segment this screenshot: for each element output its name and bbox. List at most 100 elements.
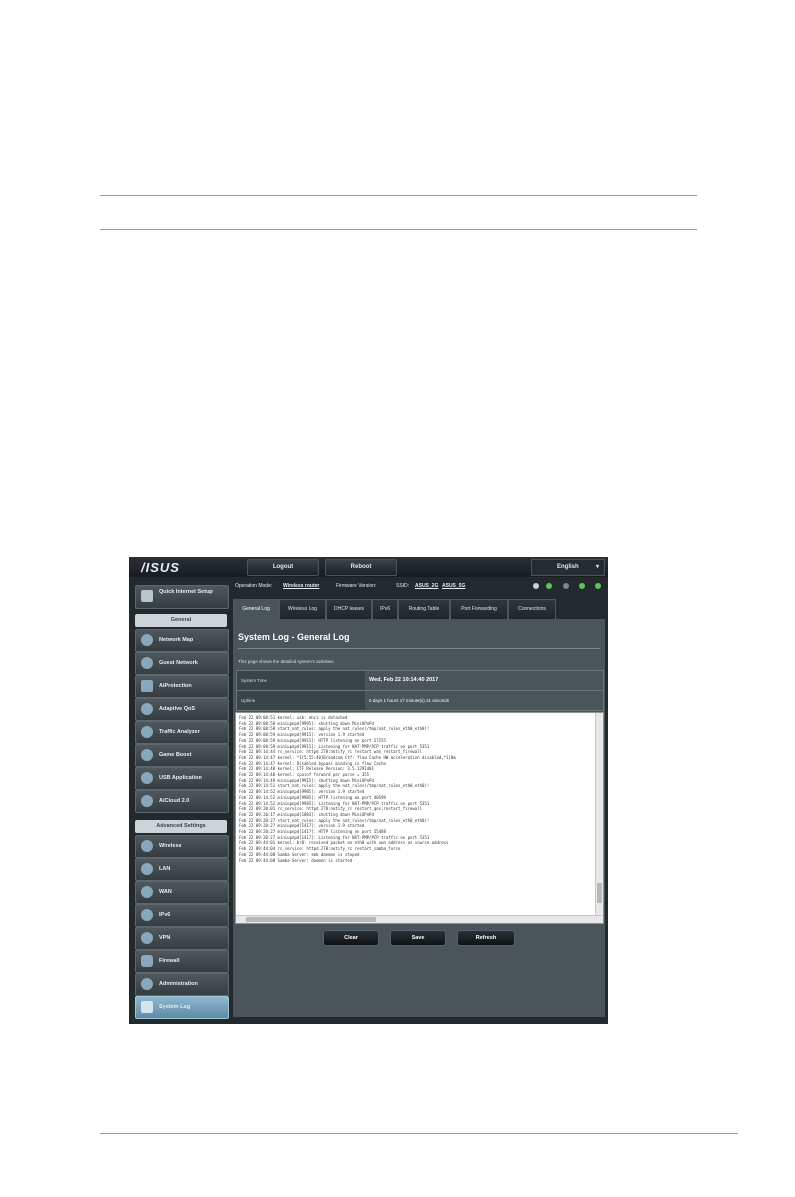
user-icon (141, 978, 153, 990)
chart-icon (141, 726, 153, 738)
cloud-icon (141, 795, 153, 807)
sidebar-item-label: WAN (159, 889, 172, 895)
sidebar-item-label: Traffic Analyzer (159, 729, 200, 735)
shield-icon (141, 955, 153, 967)
app-status-icon[interactable] (579, 583, 585, 589)
sidebar-item-wireless[interactable]: Wireless (135, 835, 229, 858)
puzzle-icon (141, 772, 153, 784)
top-bar: /ISUS Logout Reboot English ▾ (129, 557, 608, 577)
tab-routing-table[interactable]: Routing Table (398, 599, 450, 619)
tab-port-forwarding[interactable]: Port Forwarding (450, 599, 508, 619)
sidebar-item-wan[interactable]: WAN (135, 881, 229, 904)
sidebar-item-administration[interactable]: Administration (135, 973, 229, 996)
vpn-icon (141, 932, 153, 944)
sidebar-item-ipv6[interactable]: IPv6 (135, 904, 229, 927)
tab-connections[interactable]: Connections (508, 599, 556, 619)
tab-ipv6[interactable]: IPv6 (372, 599, 398, 619)
sidebar-item-adaptive-qos[interactable]: Adaptive QoS (135, 698, 229, 721)
system-time-label: System Time (237, 671, 365, 690)
refresh-button[interactable]: Refresh (457, 930, 515, 946)
share-status-icon[interactable] (595, 583, 601, 589)
system-log-panel: System Log - General Log This page shows… (233, 619, 605, 1017)
scroll-thumb[interactable] (597, 883, 602, 903)
tab-general-log[interactable]: General Log (233, 599, 279, 619)
sidebar-header-general: General (135, 614, 227, 627)
sidebar-item-label: Network Map (159, 637, 194, 643)
save-button[interactable]: Save (390, 930, 446, 946)
asus-logo: /ISUS (141, 560, 180, 575)
gauge-icon (141, 703, 153, 715)
sidebar: Quick Internet Setup General Network Map… (132, 579, 229, 1024)
document-icon (141, 1001, 153, 1013)
sidebar-item-aicloud[interactable]: AiCloud 2.0 (135, 790, 229, 813)
clear-button[interactable]: Clear (323, 930, 379, 946)
tab-wireless-log[interactable]: Wireless Log (279, 599, 326, 619)
system-time-row: System Time Wed, Feb 22 10:14:40 2017 (236, 670, 604, 691)
footer-rule (100, 1133, 738, 1134)
guest-network-icon (141, 657, 153, 669)
sidebar-item-aiprotection[interactable]: AiProtection (135, 675, 229, 698)
sidebar-item-firewall[interactable]: Firewall (135, 950, 229, 973)
sidebar-item-label: System Log (159, 1004, 191, 1010)
language-value: English (557, 564, 579, 570)
internet-status-icon[interactable] (546, 583, 552, 589)
sidebar-item-game-boost[interactable]: Game Boost (135, 744, 229, 767)
system-log-textarea[interactable]: Feb 22 09:08:51 kernel: usb: ehci is det… (235, 712, 604, 924)
sidebar-item-system-log[interactable]: System Log (135, 996, 229, 1019)
system-info-table: System Time Wed, Feb 22 10:14:40 2017 Up… (236, 670, 604, 711)
wifi-icon (141, 840, 153, 852)
ipv6-icon (141, 909, 153, 921)
sidebar-item-label: Quick Internet Setup (159, 589, 213, 595)
gamepad-icon (141, 749, 153, 761)
vertical-scrollbar[interactable] (595, 713, 603, 915)
operation-mode-link[interactable]: Wireless router (283, 583, 319, 589)
uptime-label: Uptime (237, 691, 365, 710)
sidebar-item-usb-application[interactable]: USB Application (135, 767, 229, 790)
lock-icon (141, 680, 153, 692)
usb-status-icon[interactable] (563, 583, 569, 589)
sidebar-item-quick-setup[interactable]: Quick Internet Setup (135, 585, 229, 609)
sidebar-item-traffic-analyzer[interactable]: Traffic Analyzer (135, 721, 229, 744)
sidebar-item-label: AiProtection (159, 683, 192, 689)
sidebar-item-guest-network[interactable]: Guest Network (135, 652, 229, 675)
sidebar-item-label: LAN (159, 866, 171, 872)
sidebar-item-label: Wireless (159, 843, 182, 849)
logout-button[interactable]: Logout (247, 559, 319, 576)
system-time-value: Wed, Feb 22 10:14:40 2017 (369, 677, 439, 683)
globe-icon (141, 886, 153, 898)
horizontal-scrollbar[interactable] (236, 915, 603, 923)
header-rule-top (100, 195, 697, 196)
operation-bar: Operation Mode: Wireless router Firmware… (233, 579, 605, 593)
wand-icon (141, 590, 153, 602)
language-select[interactable]: English ▾ (531, 559, 605, 576)
sidebar-item-label: AiCloud 2.0 (159, 798, 190, 804)
sidebar-item-label: VPN (159, 935, 171, 941)
ssid-label: SSID: (396, 583, 410, 589)
user-status-icon[interactable] (533, 583, 539, 589)
scroll-thumb[interactable] (246, 917, 376, 922)
header-rule-bottom (100, 229, 697, 230)
sidebar-header-advanced: Advanced Settings (135, 820, 227, 833)
title-divider (238, 648, 600, 649)
reboot-button[interactable]: Reboot (325, 559, 397, 576)
chevron-down-icon: ▾ (595, 564, 599, 570)
log-tabs: General Log Wireless Log DHCP leases IPv… (233, 599, 605, 619)
page-description: This page shows the detailed system's ac… (238, 659, 335, 664)
sidebar-item-lan[interactable]: LAN (135, 858, 229, 881)
sidebar-item-label: Guest Network (159, 660, 198, 666)
router-screenshot: /ISUS Logout Reboot English ▾ Quick Inte… (129, 557, 608, 1024)
ssid-5g-link[interactable]: ASUS_5G (442, 583, 465, 589)
sidebar-item-vpn[interactable]: VPN (135, 927, 229, 950)
uptime-row: Uptime 0 days 1 hours 17 minute(s) 21 se… (236, 690, 604, 711)
firmware-label: Firmware Version: (336, 583, 377, 589)
sidebar-item-network-map[interactable]: Network Map (135, 629, 229, 652)
sidebar-item-label: Adaptive QoS (159, 706, 196, 712)
ssid-2g-link[interactable]: ASUS_2G (415, 583, 438, 589)
uptime-value: 0 days 1 hours 17 minute(s) 21 seconds (369, 698, 450, 703)
sidebar-item-label: Game Boost (159, 752, 192, 758)
operation-mode-label: Operation Mode: (235, 583, 273, 589)
sidebar-item-label: IPv6 (159, 912, 171, 918)
sidebar-item-label: USB Application (159, 775, 202, 781)
sidebar-item-label: Firewall (159, 958, 180, 964)
tab-dhcp-leases[interactable]: DHCP leases (326, 599, 372, 619)
